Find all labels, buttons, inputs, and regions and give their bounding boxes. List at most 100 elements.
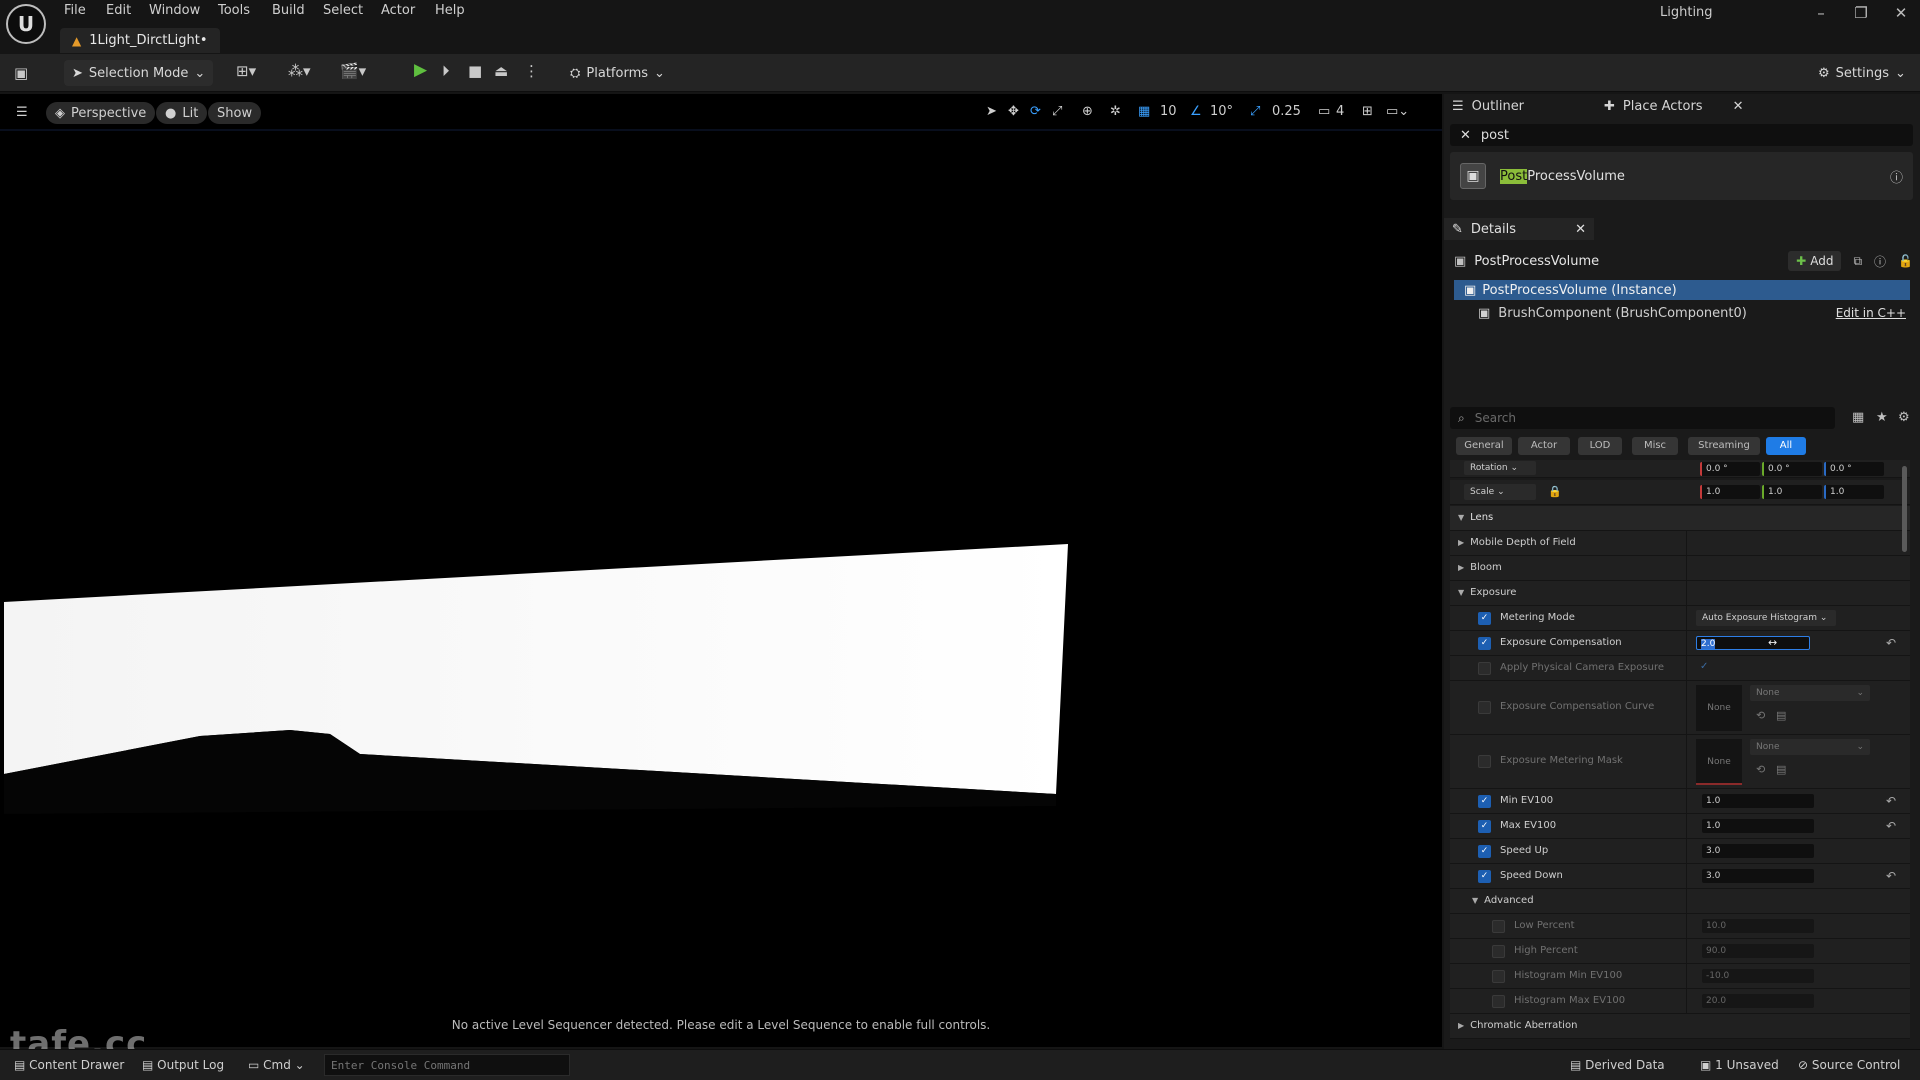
lock-icon[interactable]: 🔓 xyxy=(1898,254,1913,268)
metering-mode-dropdown[interactable]: Auto Exposure Histogram ⌄ xyxy=(1696,610,1836,626)
console-command-input[interactable] xyxy=(324,1054,570,1076)
menu-edit[interactable]: Edit xyxy=(106,3,131,18)
close-icon[interactable]: ✕ xyxy=(1733,99,1744,114)
menu-help[interactable]: Help xyxy=(435,3,465,18)
reset-icon[interactable]: ↶ xyxy=(1886,819,1896,833)
place-actors-tab[interactable]: ✚ Place Actors ✕ xyxy=(1596,94,1766,119)
physical-camera-checkbox[interactable]: ✓ xyxy=(1700,661,1708,672)
unreal-logo-icon[interactable]: U xyxy=(6,4,46,44)
output-log-button[interactable]: ▤ Output Log xyxy=(142,1058,224,1072)
speed-up-input[interactable]: 3.0 xyxy=(1702,844,1814,858)
more-options-icon[interactable]: ⋮ xyxy=(524,62,539,80)
show-button[interactable]: Show xyxy=(208,102,262,124)
settings-button[interactable]: ⚙ Settings ⌄ xyxy=(1810,60,1914,86)
platforms-button[interactable]: ⛭ Platforms ⌄ xyxy=(562,60,673,86)
camera-speed-icon[interactable]: ▭ xyxy=(1318,104,1330,119)
details-scrollbar[interactable] xyxy=(1902,466,1907,552)
low-percent-input[interactable]: 10.0 xyxy=(1702,919,1814,933)
translate-tool-icon[interactable]: ✥ xyxy=(1008,104,1019,119)
reset-icon[interactable]: ↶ xyxy=(1886,794,1896,808)
eject-icon[interactable]: ⏏ xyxy=(494,62,508,80)
help-icon[interactable]: ⓘ xyxy=(1890,167,1903,186)
min-ev-checkbox[interactable]: ✓ xyxy=(1478,795,1491,808)
section-mobile-dof[interactable]: ▶ Mobile Depth of Field xyxy=(1450,531,1910,556)
rotation-snap-value[interactable]: 10° xyxy=(1210,104,1233,119)
close-window-button[interactable]: ✕ xyxy=(1886,4,1916,22)
select-tool-icon[interactable]: ➤ xyxy=(986,104,997,119)
derived-data-button[interactable]: ▤ Derived Data xyxy=(1570,1058,1665,1072)
menu-actor[interactable]: Actor xyxy=(381,3,415,18)
grid-snap-value[interactable]: 10 xyxy=(1160,104,1177,119)
speed-down-input[interactable]: 3.0 xyxy=(1702,869,1814,883)
scale-x[interactable]: 1.0 xyxy=(1700,485,1760,499)
max-ev-input[interactable]: 1.0 xyxy=(1702,819,1814,833)
outliner-tab[interactable]: ☰ Outliner xyxy=(1444,94,1594,119)
table-view-icon[interactable]: ▦ xyxy=(1852,410,1864,425)
selection-mode-button[interactable]: ➤ Selection Mode ⌄ xyxy=(64,60,214,86)
histogram-min-checkbox[interactable] xyxy=(1492,970,1505,983)
unsaved-button[interactable]: ▣ 1 Unsaved xyxy=(1700,1058,1779,1072)
filter-general[interactable]: General xyxy=(1456,437,1512,455)
level-document-tab[interactable]: ▲ 1Light_DirctLight• xyxy=(60,28,220,53)
section-chromatic-aberration[interactable]: ▶ Chromatic Aberration xyxy=(1450,1014,1910,1039)
outliner-search-input[interactable]: ✕ post xyxy=(1450,124,1913,146)
menu-file[interactable]: File xyxy=(64,3,86,18)
rotation-x[interactable]: 0.0 ° xyxy=(1700,462,1760,476)
scale-snap-value[interactable]: 0.25 xyxy=(1272,104,1301,119)
menu-tools[interactable]: Tools xyxy=(218,3,250,18)
add-actor-icon[interactable]: ⊞▾ xyxy=(236,62,256,80)
scale-snap-icon[interactable]: ⤢ xyxy=(1250,104,1260,119)
filter-actor[interactable]: Actor xyxy=(1518,437,1570,455)
menu-window[interactable]: Window xyxy=(149,3,200,18)
star-icon[interactable]: ★ xyxy=(1876,410,1888,425)
details-tab[interactable]: ✎ Details ✕ xyxy=(1444,218,1594,240)
metering-mask-dropdown[interactable]: None ⌄ xyxy=(1750,739,1870,755)
reset-icon[interactable]: ↶ xyxy=(1886,869,1896,883)
section-lens[interactable]: ▼ Lens xyxy=(1450,506,1910,531)
close-icon[interactable]: ✕ xyxy=(1575,222,1586,237)
min-ev-input[interactable]: 1.0 xyxy=(1702,794,1814,808)
layout-icon[interactable]: ▭⌄ xyxy=(1386,104,1409,119)
rotation-snap-icon[interactable]: ∠ xyxy=(1190,104,1202,119)
exposure-compensation-checkbox[interactable]: ✓ xyxy=(1478,637,1491,650)
metering-mode-checkbox[interactable]: ✓ xyxy=(1478,612,1491,625)
rotation-dropdown[interactable]: Rotation ⌄ xyxy=(1464,461,1536,475)
gear-icon[interactable]: ⚙ xyxy=(1898,410,1910,425)
world-local-icon[interactable]: ⊕ xyxy=(1082,104,1093,119)
save-icon[interactable]: ▣ xyxy=(14,64,28,82)
camera-speed-value[interactable]: 4 xyxy=(1336,104,1344,119)
component-instance-row[interactable]: ▣ PostProcessVolume (Instance) xyxy=(1454,280,1910,300)
max-ev-checkbox[interactable]: ✓ xyxy=(1478,820,1491,833)
high-percent-input[interactable]: 90.0 xyxy=(1702,944,1814,958)
step-icon[interactable]: ⏵ xyxy=(442,62,450,80)
brush-component-row[interactable]: ▣ BrushComponent (BrushComponent0) Edit … xyxy=(1454,303,1910,323)
outliner-result-postprocessvolume[interactable]: ▣ PostProcessVolume ⓘ xyxy=(1450,152,1913,200)
lit-button[interactable]: ● Lit xyxy=(156,102,208,124)
histogram-max-input[interactable]: 20.0 xyxy=(1702,994,1814,1008)
viewport-menu-icon[interactable]: ☰ xyxy=(16,105,28,120)
browse-icon[interactable]: ▤ xyxy=(1776,709,1786,722)
maximize-viewport-icon[interactable]: ⊞ xyxy=(1362,104,1373,119)
filter-streaming[interactable]: Streaming xyxy=(1688,437,1760,455)
filter-all[interactable]: All xyxy=(1766,437,1806,455)
level-viewport[interactable]: ☰ ◈ Perspective ● Lit Show ➤ ✥ ⟳ ⤢ ⊕ ✲ ▦… xyxy=(0,94,1442,1047)
content-drawer-button[interactable]: ▤ Content Drawer xyxy=(14,1058,124,1072)
physical-camera-override-checkbox[interactable] xyxy=(1478,662,1491,675)
histogram-max-checkbox[interactable] xyxy=(1492,995,1505,1008)
grid-snap-icon[interactable]: ▦ xyxy=(1138,104,1150,119)
edit-in-cpp-link[interactable]: Edit in C++ xyxy=(1836,306,1906,320)
metering-mask-thumbnail[interactable]: None xyxy=(1696,739,1742,785)
filter-lod[interactable]: LOD xyxy=(1578,437,1622,455)
help-icon[interactable]: ⓘ xyxy=(1874,253,1886,270)
exposure-compensation-input[interactable]: 2.0 xyxy=(1696,636,1810,650)
perspective-button[interactable]: ◈ Perspective xyxy=(46,102,156,124)
section-advanced[interactable]: ▼ Advanced xyxy=(1450,889,1910,914)
exposure-curve-thumbnail[interactable]: None xyxy=(1696,685,1742,731)
blueprint-icon[interactable]: ⁂▾ xyxy=(288,62,311,80)
rotation-y[interactable]: 0.0 ° xyxy=(1762,462,1822,476)
low-percent-checkbox[interactable] xyxy=(1492,920,1505,933)
menu-build[interactable]: Build xyxy=(272,3,305,18)
add-component-button[interactable]: ✚ Add xyxy=(1788,251,1842,271)
minimize-button[interactable]: – xyxy=(1806,4,1836,22)
surface-snap-icon[interactable]: ✲ xyxy=(1110,104,1121,119)
